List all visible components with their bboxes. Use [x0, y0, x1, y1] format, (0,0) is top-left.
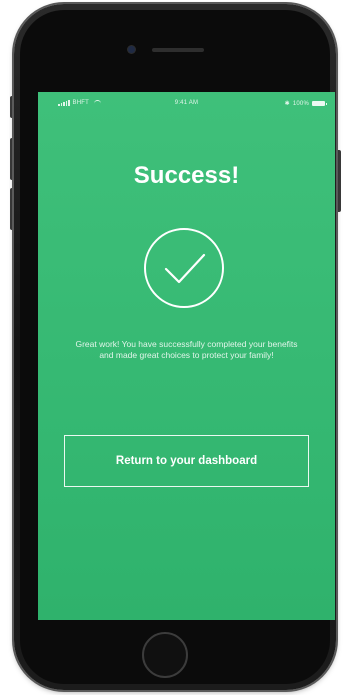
front-camera: [128, 46, 135, 53]
status-bar: BHFT 9:41 AM ✱ 100%: [38, 92, 335, 114]
home-button[interactable]: [142, 632, 188, 678]
checkmark-circle-icon: [142, 226, 226, 310]
bluetooth-icon: ✱: [284, 101, 290, 107]
success-message: Great work! You have successfully comple…: [75, 339, 298, 360]
power-button: [336, 150, 341, 212]
stage: BHFT 9:41 AM ✱ 100% Success! Great work!…: [0, 0, 352, 695]
earpiece-speaker: [152, 48, 204, 52]
return-to-dashboard-button[interactable]: Return to your dashboard: [64, 435, 309, 487]
battery-icon: [312, 101, 327, 106]
phone-screen: BHFT 9:41 AM ✱ 100% Success! Great work!…: [38, 92, 335, 620]
battery-percentage: 100%: [292, 100, 309, 107]
page-title: Success!: [133, 162, 240, 189]
status-right: ✱ 100%: [284, 100, 327, 107]
